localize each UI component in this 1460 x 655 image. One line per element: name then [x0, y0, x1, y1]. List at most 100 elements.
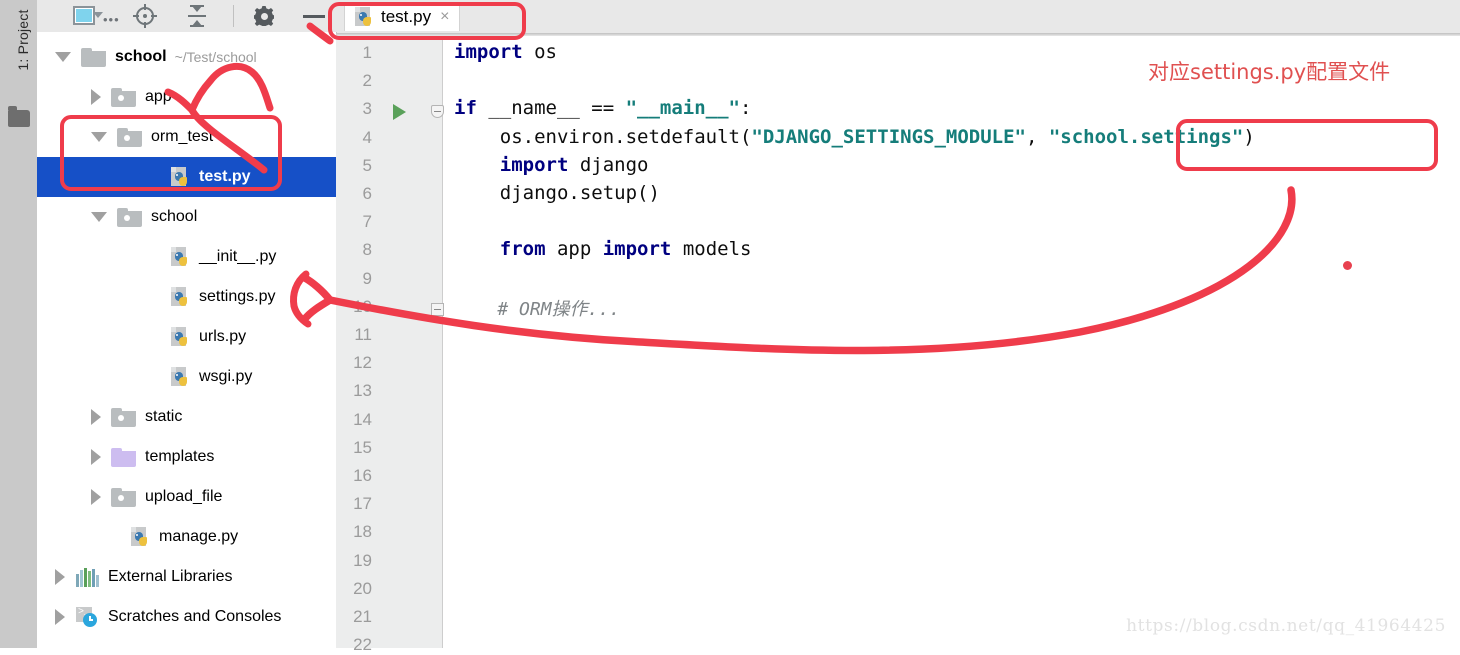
code-token: import: [499, 153, 569, 176]
tree-item-test-py[interactable]: test.py: [37, 157, 336, 197]
tree-item-__init__-py[interactable]: __init__.py: [37, 237, 336, 277]
folder-icon[interactable]: [8, 106, 30, 127]
left-tool-strip: 1: Project: [0, 0, 38, 648]
line-number: 1: [362, 43, 372, 62]
code-token: from: [499, 238, 546, 261]
code-line-4: os.environ.setdefault("DJANGO_SETTINGS_M…: [454, 126, 1255, 148]
sidebar-tab-project-label: 1: Project: [15, 9, 31, 71]
code-token: "school.settings": [1048, 125, 1244, 148]
chevron-right-icon[interactable]: [55, 609, 65, 625]
tree-item-school[interactable]: school ~/Test/school: [37, 37, 336, 77]
line-number: 8: [362, 240, 372, 260]
code-token: "DJANGO_SETTINGS_MODULE": [751, 125, 1026, 148]
tree-item-templates[interactable]: templates: [37, 437, 336, 477]
tree-item-wsgi-py[interactable]: wsgi.py: [37, 357, 336, 397]
code-token: import: [602, 238, 672, 261]
code-line-1: import os: [454, 41, 557, 63]
line-number-gutter[interactable]: 1 2 3 4 5 6 7 8 9 10 11 12 13 14 15 16 17 18 19 20 21 22: [336, 33, 444, 654]
tree-item-label: app: [145, 88, 172, 105]
folder-dot-icon: [111, 87, 136, 107]
code-line-3: if __name__ == "__main__":: [454, 97, 751, 119]
tree-item-upload_file[interactable]: upload_file: [37, 477, 336, 517]
collapse-all-icon[interactable]: [184, 4, 210, 28]
watermark: https://blog.csdn.net/qq_41964425: [1126, 616, 1446, 636]
code-editor[interactable]: 1 2 3 4 5 6 7 8 9 10 11 12 13 14 15 16 17 18 19 20 21 22 impo…: [336, 33, 1460, 654]
tab-label: test.py: [381, 7, 432, 26]
line-number: 5: [362, 155, 372, 175]
toolbar-divider: [233, 5, 234, 27]
tree-item-school[interactable]: school: [37, 197, 336, 237]
line-number: 10: [353, 296, 372, 316]
tree-item-orm_test[interactable]: orm_test: [37, 117, 336, 157]
chevron-down-icon[interactable]: [91, 132, 107, 142]
code-line-10: # ORM操作...: [454, 295, 620, 321]
code-token: models: [671, 238, 752, 261]
code-token: :: [740, 97, 752, 120]
line-number: 2: [362, 71, 372, 91]
python-file-icon: [355, 7, 374, 27]
tab-test-py[interactable]: test.py ×: [344, 2, 461, 31]
chevron-right-icon[interactable]: [55, 569, 65, 585]
code-line-5: import django: [454, 153, 649, 176]
locate-target-icon[interactable]: [132, 4, 158, 28]
gear-icon[interactable]: [251, 4, 277, 28]
tree-item-label: upload_file: [145, 488, 223, 505]
chevron-down-icon[interactable]: [91, 212, 107, 222]
tree-item-label: urls.py: [199, 328, 247, 345]
chevron-right-icon[interactable]: [91, 409, 101, 425]
tree-item-manage-py[interactable]: manage.py: [37, 517, 336, 557]
python-file-icon: [171, 367, 190, 387]
folder-dot-icon: [111, 487, 136, 507]
code-token: ): [1243, 125, 1255, 148]
code-token: app: [545, 238, 603, 261]
line-number: 19: [353, 550, 372, 570]
tree-item-settings-py[interactable]: settings.py: [37, 277, 336, 317]
tree-item-urls-py[interactable]: urls.py: [37, 317, 336, 357]
line-number: 17: [353, 494, 372, 514]
tree-item-label: orm_test: [151, 128, 214, 145]
run-arrow-icon[interactable]: [393, 104, 406, 121]
tree-item-static[interactable]: static: [37, 397, 336, 437]
twisty-spacer: [145, 289, 161, 305]
minimize-icon[interactable]: [301, 4, 327, 28]
tree-item-label: Scratches and Consoles: [108, 608, 282, 625]
line-number: 4: [362, 127, 372, 147]
twisty-spacer: [145, 329, 161, 345]
tree-item-label: static: [145, 408, 183, 425]
chevron-right-icon[interactable]: [91, 89, 101, 105]
editor-top-border: [336, 33, 1460, 36]
editor-tab-row: test.py ×: [336, 0, 1460, 33]
tree-item-app[interactable]: app: [37, 77, 336, 117]
tree-item-label: templates: [145, 448, 215, 465]
sidebar-tab-project[interactable]: 1: Project: [15, 0, 31, 85]
code-token: if: [454, 97, 477, 120]
line-number: 15: [353, 437, 372, 457]
tree-item-label: school: [115, 48, 167, 65]
code-content[interactable]: import os if __name__ == "__main__": os.e…: [442, 33, 1460, 648]
line-number: 7: [362, 212, 372, 232]
folder-plain-icon: [81, 47, 106, 67]
line-number: 14: [353, 409, 372, 429]
chevron-down-icon[interactable]: [55, 52, 71, 62]
close-icon[interactable]: ×: [438, 9, 451, 25]
line-number: 6: [362, 184, 372, 203]
folder-dot-icon: [117, 127, 142, 147]
code-token: # ORM操作...: [454, 298, 621, 320]
line-number: 12: [353, 353, 372, 373]
tree-item-path: ~/Test/school: [174, 49, 257, 65]
tree-item-label: school: [151, 208, 198, 225]
code-token: ,: [1025, 125, 1049, 148]
python-file-icon: [171, 247, 190, 267]
tree-item-scratches-and-consoles[interactable]: >_ Scratches and Consoles: [37, 597, 336, 637]
line-number: 11: [354, 325, 372, 344]
twisty-spacer: [105, 529, 121, 545]
project-tree[interactable]: school ~/Test/school app orm_test test.py sch…: [37, 32, 337, 648]
chevron-right-icon[interactable]: [91, 489, 101, 505]
code-token: os.environ.setdefault(: [454, 125, 752, 148]
chevron-right-icon[interactable]: [91, 449, 101, 465]
window-layout-icon[interactable]: •••: [64, 4, 119, 28]
code-token: django: [568, 153, 649, 176]
tree-item-external-libraries[interactable]: External Libraries: [37, 557, 336, 597]
line-number: 22: [353, 635, 372, 655]
